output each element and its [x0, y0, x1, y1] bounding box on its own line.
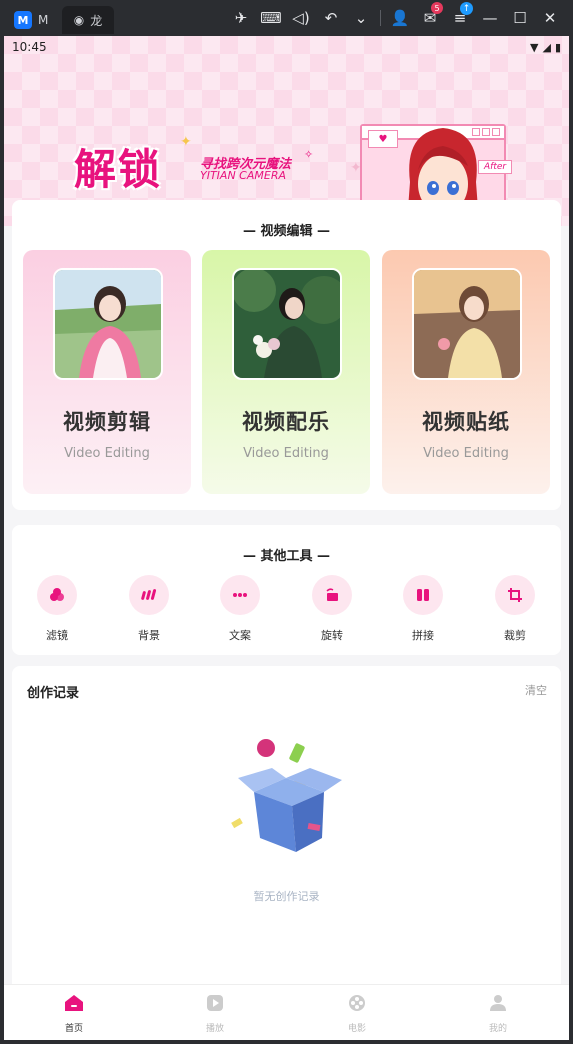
tab-profile[interactable]: 我的 — [448, 985, 548, 1040]
tool-label: 旋转 — [321, 629, 343, 642]
filter-icon — [37, 575, 77, 615]
card-subtitle: Video Editing — [243, 446, 329, 461]
text-icon — [220, 575, 260, 615]
after-tag: After — [478, 160, 513, 174]
maximize-icon[interactable]: ☐ — [505, 6, 535, 30]
section-title: — 其他工具 — — [242, 549, 331, 564]
tool-label: 拼接 — [412, 629, 434, 642]
host-tab-label: M — [38, 13, 49, 27]
video-music-card[interactable]: 视频配乐 Video Editing — [202, 250, 370, 494]
splice-icon — [403, 575, 443, 615]
records-title: 创作记录 — [27, 686, 80, 701]
pin-icon[interactable]: ✈ — [226, 6, 256, 30]
tab-label: 首页 — [64, 1024, 83, 1034]
mail-badge: 5 — [431, 2, 443, 14]
tab-home[interactable]: 首页 — [24, 985, 124, 1040]
app-logo-icon: M — [14, 11, 32, 29]
signal-icon: ◢ — [542, 40, 551, 54]
tool-filter[interactable]: 滤镜 — [27, 575, 87, 645]
video-edit-section: — 视频编辑 — 视频剪辑 Video Editing 视频配乐 Video E… — [12, 200, 561, 510]
background-icon — [129, 575, 169, 615]
status-bar: 10:45 ▼ ◢ ▮ — [4, 36, 569, 58]
tab-label: 我的 — [488, 1024, 507, 1034]
card-photo — [53, 268, 163, 380]
chevron-down-icon[interactable]: ⌄ — [346, 6, 376, 30]
host-tab-app[interactable]: M M — [14, 6, 58, 34]
video-sticker-card[interactable]: 视频贴纸 Video Editing — [382, 250, 550, 494]
empty-box-illustration — [231, 739, 342, 852]
tool-label: 裁剪 — [504, 629, 526, 642]
host-toolbar-icons: ✈ ⌨ ◁) ↶ ⌄ 👤 ✉ 5 ≡ ↑ — ☐ ✕ — [226, 2, 565, 30]
tool-background[interactable]: 背景 — [119, 575, 179, 645]
other-tools-section: — 其他工具 — 滤镜 背景 文案 旋转 拼接 裁剪 — [12, 525, 561, 655]
wifi-icon: ▼ — [530, 40, 539, 54]
phone-screen: 10:45 ▼ ◢ ▮ 解锁 ✦ ✧ ✦ 寻找跨次元魔法 YITIAN CAME… — [4, 36, 569, 1040]
sparkle-icon: ✦ — [180, 134, 192, 150]
toolbar-divider — [380, 10, 381, 26]
sparkle-icon: ✧ — [304, 148, 314, 161]
tool-crop[interactable]: 裁剪 — [485, 575, 545, 645]
card-subtitle: Video Editing — [423, 446, 509, 461]
tool-label: 背景 — [138, 629, 160, 642]
empty-state-text: 暂无创作记录 — [253, 890, 320, 903]
minimize-icon[interactable]: — — [475, 6, 505, 30]
tool-label: 滤镜 — [46, 629, 68, 642]
tool-rotate[interactable]: 旋转 — [302, 575, 362, 645]
card-photo — [412, 268, 522, 380]
profile-icon — [488, 993, 508, 1013]
eye-icon: ◉ — [73, 13, 85, 27]
tab-label: 电影 — [347, 1024, 366, 1034]
home-icon — [64, 993, 84, 1013]
tool-splice[interactable]: 拼接 — [393, 575, 453, 645]
undo-icon[interactable]: ↶ — [316, 6, 346, 30]
host-tab-active[interactable]: ◉ 龙 — [62, 6, 114, 34]
host-toolbar: M M ◉ 龙 ✈ ⌨ ◁) ↶ ⌄ 👤 ✉ 5 ≡ ↑ — ☐ ✕ — [0, 0, 573, 36]
battery-icon: ▮ — [554, 40, 561, 54]
tab-label: 播放 — [205, 1024, 224, 1034]
tab-movie[interactable]: 电影 — [307, 985, 407, 1040]
crop-icon — [495, 575, 535, 615]
rotate-icon — [312, 575, 352, 615]
tool-label: 文案 — [229, 629, 251, 642]
tool-text[interactable]: 文案 — [210, 575, 270, 645]
tab-play[interactable]: 播放 — [165, 985, 265, 1040]
host-tab-label: 龙 — [90, 13, 103, 28]
card-title: 视频剪辑 — [63, 410, 151, 434]
film-reel-icon — [347, 993, 367, 1013]
banner-title: 解锁 — [74, 145, 163, 194]
section-title: — 视频编辑 — — [242, 224, 331, 239]
banner-subtitle-en: YITIAN CAMERA — [200, 169, 286, 182]
update-badge-icon: ↑ — [460, 2, 473, 15]
heart-icon: ♥ — [368, 130, 398, 148]
card-subtitle: Video Editing — [64, 446, 150, 461]
close-icon[interactable]: ✕ — [535, 6, 565, 30]
play-icon — [205, 993, 225, 1013]
window-close-icon — [492, 128, 500, 136]
card-title: 视频配乐 — [242, 410, 330, 434]
card-title: 视频贴纸 — [422, 410, 510, 434]
status-icons: ▼ ◢ ▮ — [530, 41, 561, 54]
top-banner[interactable]: 10:45 ▼ ◢ ▮ 解锁 ✦ ✧ ✦ 寻找跨次元魔法 YITIAN CAME… — [4, 36, 569, 240]
mail-icon[interactable]: ✉ 5 — [415, 2, 445, 30]
user-icon[interactable]: 👤 — [385, 6, 415, 30]
card-photo — [232, 268, 342, 380]
bottom-tab-bar: 首页 播放 电影 我的 — [4, 984, 569, 1040]
volume-icon[interactable]: ◁) — [286, 6, 316, 30]
video-edit-card[interactable]: 视频剪辑 Video Editing — [23, 250, 191, 494]
keyboard-icon[interactable]: ⌨ — [256, 6, 286, 30]
status-time: 10:45 — [12, 40, 47, 54]
records-section: 创作记录 清空 暂无创作记录 — [12, 666, 561, 996]
menu-icon[interactable]: ≡ ↑ — [445, 2, 475, 30]
clear-records-button[interactable]: 清空 — [525, 682, 547, 698]
